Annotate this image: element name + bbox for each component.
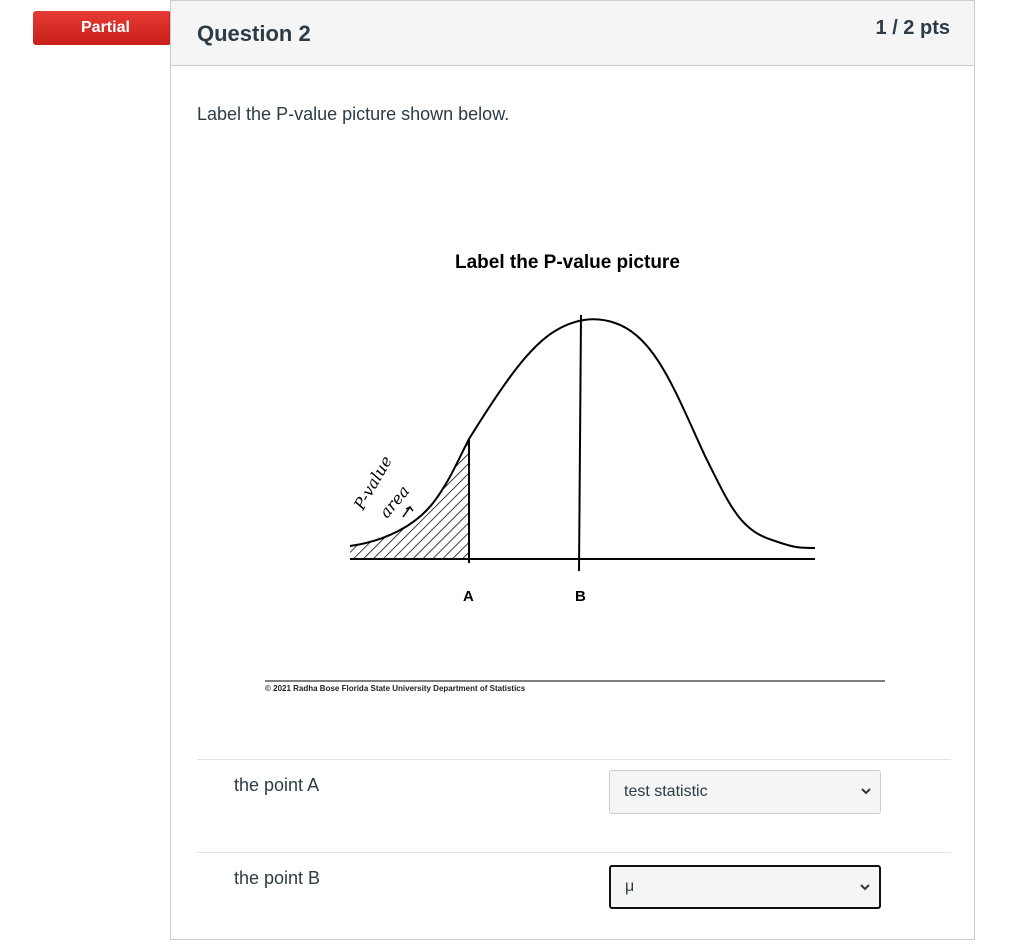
point-b-line	[578, 314, 582, 572]
point-a-label: A	[463, 588, 474, 605]
bell-curve-drawing: P-value area A B	[265, 314, 885, 682]
figure-copyright: © 2021 Radha Bose Florida State Universi…	[265, 684, 526, 693]
bell-curve	[349, 318, 816, 549]
question-card: Question 2 1 / 2 pts Label the P-value p…	[170, 0, 975, 940]
answer-row-b: the point B μ	[197, 852, 951, 945]
answer-select-b-value: μ	[625, 878, 635, 895]
annotation-arrow	[402, 506, 414, 518]
question-header: Question 2 1 / 2 pts	[171, 1, 974, 66]
partial-badge: Partial	[33, 11, 186, 45]
answer-select-a-value: test statistic	[624, 783, 708, 800]
answer-label-a: the point A	[234, 775, 320, 795]
answer-select-b[interactable]: μ	[609, 865, 881, 909]
chevron-down-icon	[861, 788, 871, 795]
question-points: 1 / 2 pts	[875, 17, 950, 39]
answer-label-b: the point B	[234, 868, 321, 888]
point-b-label: B	[575, 588, 586, 605]
question-prompt: Label the P-value picture shown below.	[197, 104, 510, 124]
chevron-down-icon	[860, 884, 870, 891]
pvalue-figure: Label the P-value picture P-value area A…	[255, 241, 895, 711]
annotation-line2: area	[376, 482, 414, 522]
answer-select-a[interactable]: test statistic	[609, 770, 881, 814]
answer-row-a: the point A test statistic	[197, 759, 951, 852]
question-title: Question 2	[197, 21, 311, 46]
